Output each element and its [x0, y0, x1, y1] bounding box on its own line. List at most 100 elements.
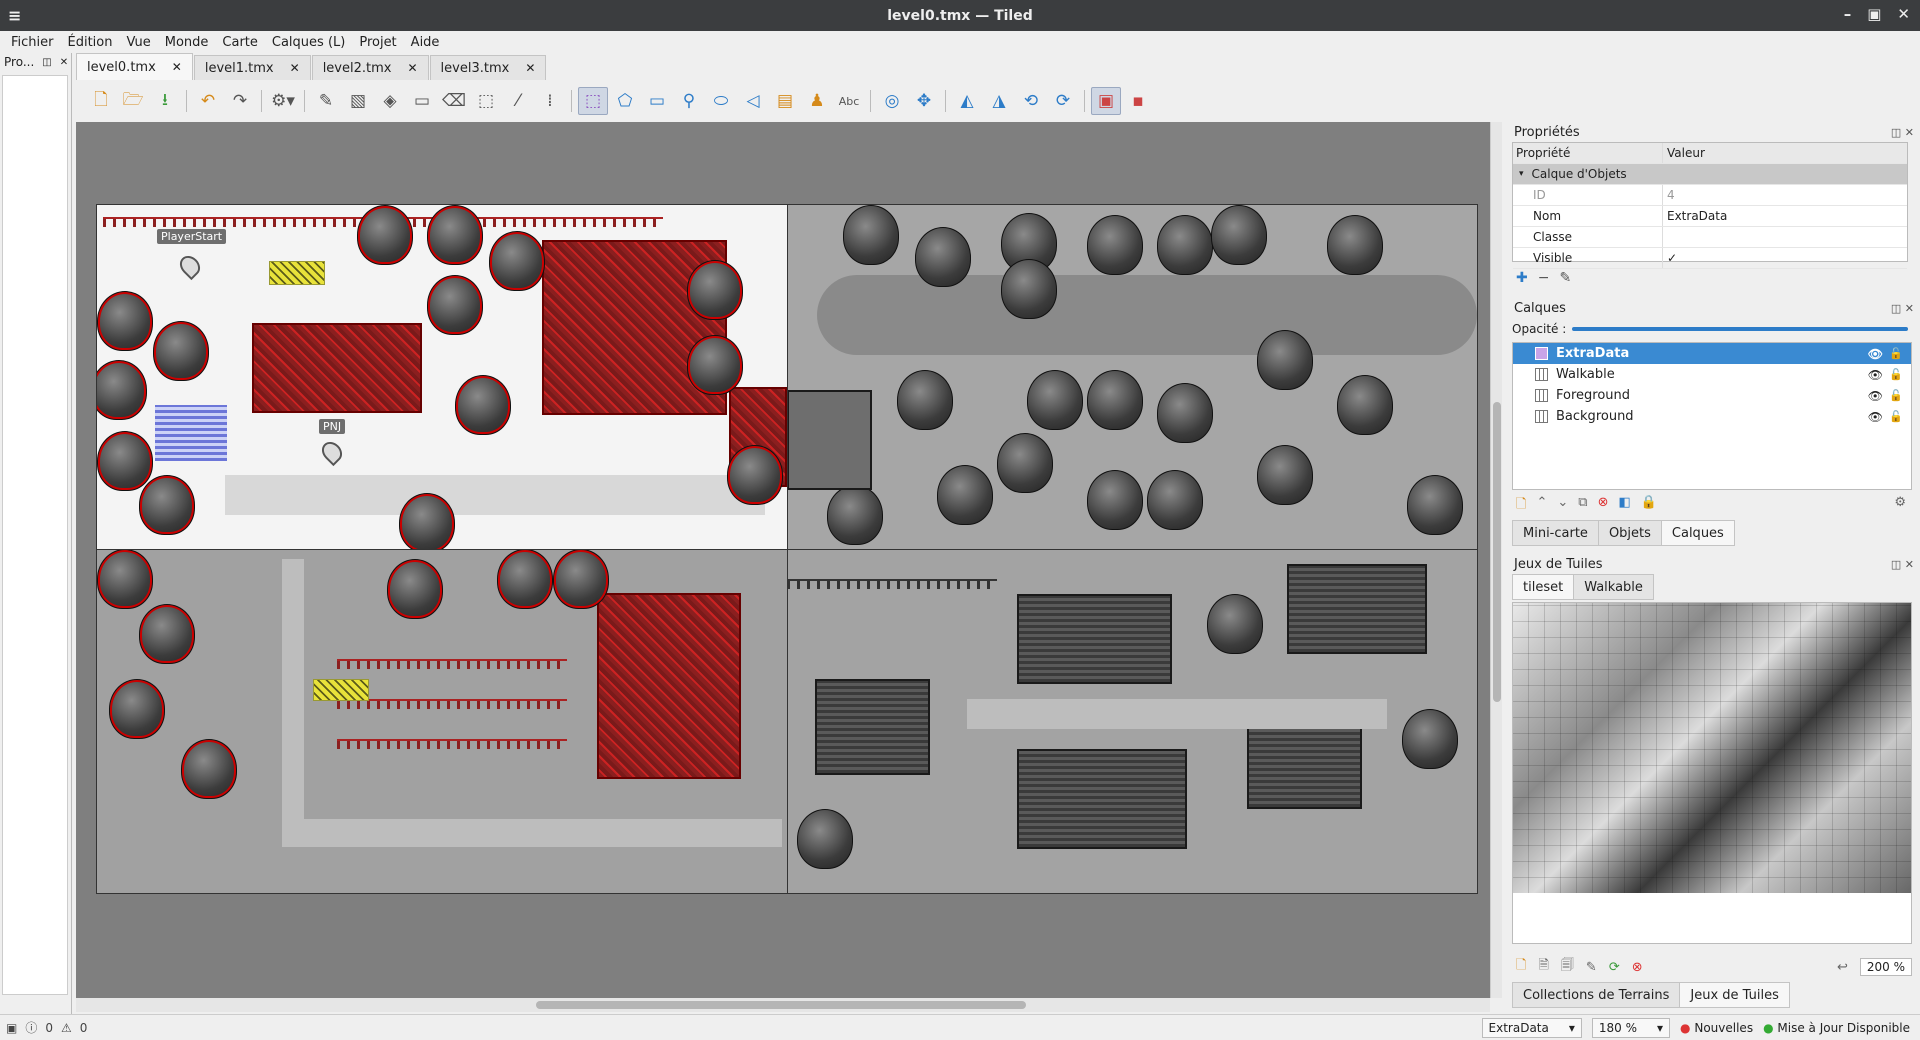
- close-icon[interactable]: ✕: [1897, 5, 1910, 23]
- vertical-scrollbar[interactable]: [1490, 122, 1502, 998]
- select-objects-icon[interactable]: ⬚: [578, 87, 608, 115]
- insert-rectangle-icon[interactable]: ▭: [642, 87, 672, 115]
- update-button[interactable]: ● Mise à Jour Disponible: [1763, 1021, 1910, 1035]
- lock-layer-icon[interactable]: 🔒: [1641, 495, 1657, 517]
- property-row-name[interactable]: Nom ExtraData: [1513, 206, 1907, 227]
- show-other-layers-icon[interactable]: ◧: [1618, 495, 1630, 517]
- insert-template-icon[interactable]: ♟: [802, 87, 832, 115]
- close-tab-icon[interactable]: ✕: [407, 61, 417, 75]
- property-group[interactable]: ▾ Calque d'Objets: [1513, 164, 1907, 185]
- insert-ellipse-icon[interactable]: ⬭: [706, 87, 736, 115]
- insert-point-icon[interactable]: ⚲: [674, 87, 704, 115]
- npc-marker[interactable]: [317, 437, 347, 467]
- remove-tileset-icon[interactable]: ⊗: [1632, 960, 1643, 975]
- bucket-fill-icon[interactable]: ◈: [375, 87, 405, 115]
- layers-list[interactable]: ExtraData 👁 🔓 Walkable 👁 🔓 Foreground 👁 🔓 Back…: [1512, 342, 1912, 490]
- minimize-icon[interactable]: –: [1844, 5, 1852, 23]
- tab-level0[interactable]: level0.tmx ✕: [76, 53, 193, 80]
- close-panel-icon[interactable]: ✕: [60, 57, 68, 68]
- select-same-icon[interactable]: ⁞: [535, 87, 565, 115]
- delete-layer-icon[interactable]: ⊗: [1598, 495, 1609, 517]
- eye-icon[interactable]: 👁: [1868, 347, 1883, 361]
- dynamic-wrapping-icon[interactable]: ⟳: [1609, 960, 1620, 975]
- property-value[interactable]: ExtraData: [1663, 209, 1727, 223]
- scroll-thumb[interactable]: [536, 1001, 1026, 1009]
- warning-count[interactable]: 0: [80, 1021, 88, 1035]
- project-tree[interactable]: [2, 75, 68, 995]
- player-start-marker[interactable]: [175, 251, 205, 281]
- layer-background[interactable]: Background 👁 🔓: [1513, 406, 1911, 427]
- close-tab-icon[interactable]: ✕: [525, 61, 535, 75]
- wrap-icon[interactable]: ↩: [1837, 960, 1848, 975]
- menu-edition[interactable]: Édition: [61, 35, 120, 50]
- tab-objects[interactable]: Objets: [1597, 520, 1662, 546]
- stamp-brush-icon[interactable]: ✎: [311, 87, 341, 115]
- scroll-thumb[interactable]: [1493, 402, 1501, 702]
- remove-property-icon[interactable]: −: [1538, 270, 1550, 286]
- zoom-select[interactable]: 180 % ▾: [1591, 1017, 1671, 1038]
- eye-icon[interactable]: 👁: [1868, 368, 1883, 382]
- add-property-icon[interactable]: ✚: [1516, 270, 1528, 286]
- lock-icon[interactable]: 🔓: [1889, 347, 1903, 360]
- lock-icon[interactable]: 🔓: [1889, 389, 1903, 402]
- rect-select-icon[interactable]: ⬚: [471, 87, 501, 115]
- highlight-layer-icon[interactable]: ▣: [1091, 87, 1121, 115]
- flip-vertical-icon[interactable]: ◮: [984, 87, 1014, 115]
- new-file-icon[interactable]: 🗋: [86, 87, 116, 115]
- property-row-class[interactable]: Classe: [1513, 227, 1907, 248]
- eye-icon[interactable]: 👁: [1868, 410, 1883, 424]
- edit-tileset-icon[interactable]: ✎: [1586, 960, 1597, 975]
- menu-monde[interactable]: Monde: [158, 35, 216, 50]
- rotate-right-icon[interactable]: ⟳: [1048, 87, 1078, 115]
- window-menu-icon[interactable]: ≡: [8, 6, 21, 25]
- extra-object[interactable]: [313, 679, 369, 701]
- menu-aide[interactable]: Aide: [404, 35, 447, 50]
- collapse-icon[interactable]: ▾: [1519, 169, 1524, 179]
- tab-tileset[interactable]: tileset: [1512, 574, 1575, 600]
- redo-icon[interactable]: ↷: [225, 87, 255, 115]
- terrain-brush-icon[interactable]: ▧: [343, 87, 373, 115]
- layer-select[interactable]: ExtraData ▾: [1481, 1017, 1582, 1038]
- new-layer-icon[interactable]: 🗋: [1516, 495, 1526, 517]
- lock-icon[interactable]: 🔓: [1889, 410, 1903, 423]
- undo-icon[interactable]: ↶: [193, 87, 223, 115]
- layer-walkable[interactable]: Walkable 👁 🔓: [1513, 364, 1911, 385]
- tab-layers[interactable]: Calques: [1660, 520, 1735, 546]
- raise-layer-icon[interactable]: ⌃: [1536, 495, 1547, 517]
- menu-vue[interactable]: Vue: [119, 35, 157, 50]
- lock-icon[interactable]: 🔓: [1889, 368, 1903, 381]
- flip-horizontal-icon[interactable]: ◭: [952, 87, 982, 115]
- settings-icon[interactable]: ⚙: [1894, 495, 1906, 517]
- magic-wand-icon[interactable]: ⁄: [503, 87, 533, 115]
- horizontal-scrollbar[interactable]: [76, 998, 1490, 1012]
- tile-map[interactable]: PlayerStart PNJ: [96, 204, 1478, 894]
- menu-projet[interactable]: Projet: [352, 35, 403, 50]
- insert-polygon-icon[interactable]: ◁: [738, 87, 768, 115]
- close-tab-icon[interactable]: ✕: [290, 61, 300, 75]
- eraser-icon[interactable]: ⌫: [439, 87, 469, 115]
- lower-layer-icon[interactable]: ⌄: [1557, 495, 1568, 517]
- rename-property-icon[interactable]: ✎: [1559, 270, 1571, 286]
- tileset-image[interactable]: [1513, 603, 1911, 893]
- property-row-id[interactable]: ID 4: [1513, 185, 1907, 206]
- rotate-left-icon[interactable]: ⟲: [1016, 87, 1046, 115]
- insert-text-icon[interactable]: Abc: [834, 87, 864, 115]
- menu-fichier[interactable]: Fichier: [4, 35, 61, 50]
- extra-object[interactable]: [269, 261, 325, 285]
- error-count[interactable]: 0: [45, 1021, 53, 1035]
- move-tool-icon[interactable]: ✥: [909, 87, 939, 115]
- tab-level2[interactable]: level2.tmx ✕: [311, 55, 429, 80]
- tileset-zoom[interactable]: 200 %: [1859, 958, 1912, 976]
- insert-tile-icon[interactable]: ▤: [770, 87, 800, 115]
- layer-foreground[interactable]: Foreground 👁 🔓: [1513, 385, 1911, 406]
- dock-controls-icon[interactable]: ◫ ✕: [1891, 302, 1914, 315]
- dock-controls-icon[interactable]: ◫ ✕: [1891, 126, 1914, 139]
- show-tile-collision-icon[interactable]: ▪: [1123, 87, 1153, 115]
- new-tileset-icon[interactable]: 🗋: [1516, 956, 1526, 978]
- tab-terrain-collections[interactable]: Collections de Terrains: [1512, 982, 1681, 1008]
- property-row-visible[interactable]: Visible ✓: [1513, 248, 1907, 269]
- opacity-slider[interactable]: [1572, 327, 1908, 331]
- embed-tileset-icon[interactable]: 🗎: [1538, 956, 1548, 978]
- open-file-icon[interactable]: 🗁: [118, 87, 148, 115]
- tab-level1[interactable]: level1.tmx ✕: [193, 55, 311, 80]
